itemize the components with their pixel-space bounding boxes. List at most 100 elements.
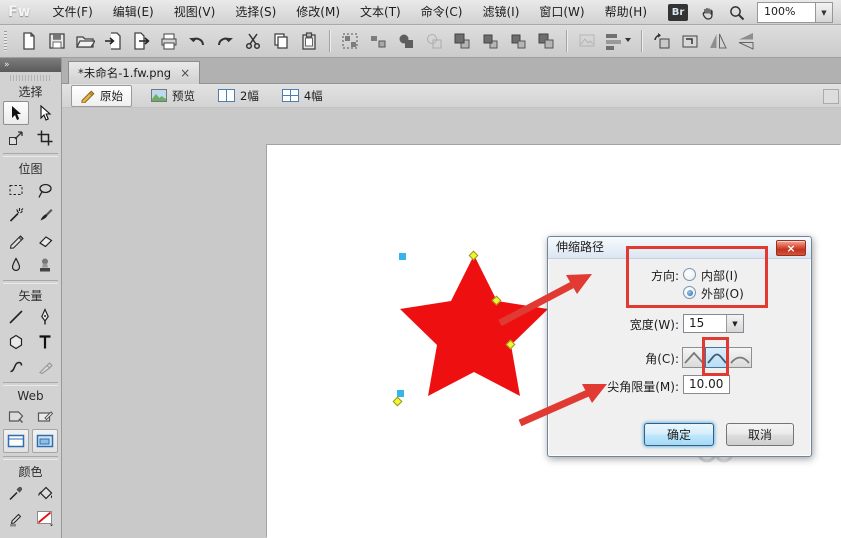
- import-button[interactable]: [100, 28, 126, 54]
- pointer-tool[interactable]: [3, 101, 29, 125]
- lasso-tool[interactable]: [32, 178, 58, 202]
- tab-original[interactable]: 原始: [71, 85, 132, 107]
- shape-tool[interactable]: [3, 330, 29, 354]
- brush-tool[interactable]: [32, 203, 58, 227]
- pencil-icon: [80, 88, 95, 103]
- undo-button[interactable]: [184, 28, 210, 54]
- dialog-close-button[interactable]: ×: [776, 240, 806, 256]
- export-button[interactable]: [128, 28, 154, 54]
- blur-tool[interactable]: [3, 253, 29, 277]
- rubber-stamp-tool[interactable]: [32, 253, 58, 277]
- cut-button[interactable]: [240, 28, 266, 54]
- redo-button[interactable]: [212, 28, 238, 54]
- menu-help[interactable]: 帮助(H): [595, 0, 657, 24]
- eyedropper-tool[interactable]: [3, 481, 29, 505]
- panel-expander[interactable]: »: [0, 58, 61, 72]
- freeform-tool[interactable]: [3, 355, 29, 379]
- eraser-tool[interactable]: [32, 228, 58, 252]
- panel-grip[interactable]: [10, 75, 51, 81]
- new-document-button[interactable]: [16, 28, 42, 54]
- menu-file[interactable]: 文件(F): [43, 0, 103, 24]
- selection-handle[interactable]: [399, 253, 406, 260]
- fit-canvas-button[interactable]: [677, 28, 703, 54]
- menu-edit[interactable]: 编辑(E): [103, 0, 164, 24]
- width-value: 15: [684, 315, 726, 332]
- open-button[interactable]: [72, 28, 98, 54]
- text-icon: [36, 333, 54, 351]
- section-web-label: Web: [0, 389, 61, 403]
- zoom-level-select[interactable]: 100% ▼: [757, 2, 833, 23]
- cancel-button[interactable]: 取消: [726, 423, 794, 446]
- magic-wand-icon: [7, 206, 25, 224]
- menu-modify[interactable]: 修改(M): [286, 0, 350, 24]
- toolbar-grip[interactable]: [4, 31, 7, 51]
- align-button[interactable]: [602, 28, 634, 54]
- send-backward-button[interactable]: [505, 28, 531, 54]
- rotate-canvas-button[interactable]: [649, 28, 675, 54]
- join-paths-button[interactable]: [393, 28, 419, 54]
- line-tool[interactable]: [3, 305, 29, 329]
- corner-bevel-button[interactable]: [728, 347, 752, 368]
- miter-limit-field[interactable]: 10.00: [683, 375, 730, 394]
- knife-tool[interactable]: [32, 355, 58, 379]
- zoom-tool-icon[interactable]: [728, 4, 746, 22]
- hotspot-tool[interactable]: [3, 404, 29, 428]
- chevron-down-icon[interactable]: ▼: [815, 3, 832, 22]
- paste-button[interactable]: [296, 28, 322, 54]
- chevron-down-icon[interactable]: ▼: [726, 315, 743, 332]
- paint-bucket-tool[interactable]: [32, 481, 58, 505]
- flip-vertical-button[interactable]: [733, 28, 759, 54]
- menu-view[interactable]: 视图(V): [164, 0, 226, 24]
- four-up-icon: [282, 89, 299, 102]
- fill-color-well[interactable]: [32, 506, 58, 530]
- bring-to-front-button[interactable]: [449, 28, 475, 54]
- tab-four-up[interactable]: 4幅: [278, 86, 327, 106]
- toolbar-separator: [329, 30, 330, 52]
- selection-handle[interactable]: [397, 390, 404, 397]
- corner-label: 角(C):: [548, 350, 679, 367]
- stroke-color-well[interactable]: [3, 506, 29, 530]
- menu-select[interactable]: 选择(S): [225, 0, 286, 24]
- flip-horizontal-button[interactable]: [705, 28, 731, 54]
- save-button[interactable]: [44, 28, 70, 54]
- hide-slices-button[interactable]: [3, 429, 29, 453]
- stroke-color-partial[interactable]: [3, 531, 29, 538]
- crop-tool[interactable]: [32, 126, 58, 150]
- polygon-icon: [7, 333, 25, 351]
- pen-tool[interactable]: [32, 305, 58, 329]
- tab-original-label: 原始: [100, 88, 123, 104]
- ok-button[interactable]: 确定: [644, 423, 714, 446]
- bridge-icon[interactable]: Br: [668, 4, 688, 21]
- hand-tool-icon[interactable]: [699, 4, 717, 22]
- menu-text[interactable]: 文本(T): [350, 0, 411, 24]
- ok-button-label: 确定: [667, 426, 691, 443]
- menu-window[interactable]: 窗口(W): [529, 0, 594, 24]
- menu-commands[interactable]: 命令(C): [411, 0, 473, 24]
- print-button[interactable]: [156, 28, 182, 54]
- split-paths-button[interactable]: [421, 28, 447, 54]
- fill-color-partial[interactable]: [32, 531, 58, 538]
- tab-preview[interactable]: 预览: [147, 86, 199, 106]
- ungroup-button[interactable]: [365, 28, 391, 54]
- text-tool[interactable]: [32, 330, 58, 354]
- bevel-corner-icon: [729, 350, 751, 365]
- pencil-tool[interactable]: [3, 228, 29, 252]
- group-button[interactable]: [337, 28, 363, 54]
- slice-tool[interactable]: [32, 404, 58, 428]
- image-editing-button[interactable]: [574, 28, 600, 54]
- panel-collapse-button[interactable]: [823, 89, 839, 104]
- show-slices-button[interactable]: [32, 429, 58, 453]
- menu-filters[interactable]: 滤镜(I): [472, 0, 529, 24]
- document-tab-bar: *未命名-1.fw.png ×: [62, 58, 841, 84]
- subselection-tool[interactable]: [32, 101, 58, 125]
- magic-wand-tool[interactable]: [3, 203, 29, 227]
- bring-forward-button[interactable]: [477, 28, 503, 54]
- copy-button[interactable]: [268, 28, 294, 54]
- close-icon[interactable]: ×: [180, 67, 190, 79]
- width-combobox[interactable]: 15 ▼: [683, 314, 744, 333]
- scale-tool[interactable]: [3, 126, 29, 150]
- send-to-back-button[interactable]: [533, 28, 559, 54]
- marquee-tool[interactable]: [3, 178, 29, 202]
- document-tab[interactable]: *未命名-1.fw.png ×: [68, 61, 200, 84]
- tab-two-up[interactable]: 2幅: [214, 86, 263, 106]
